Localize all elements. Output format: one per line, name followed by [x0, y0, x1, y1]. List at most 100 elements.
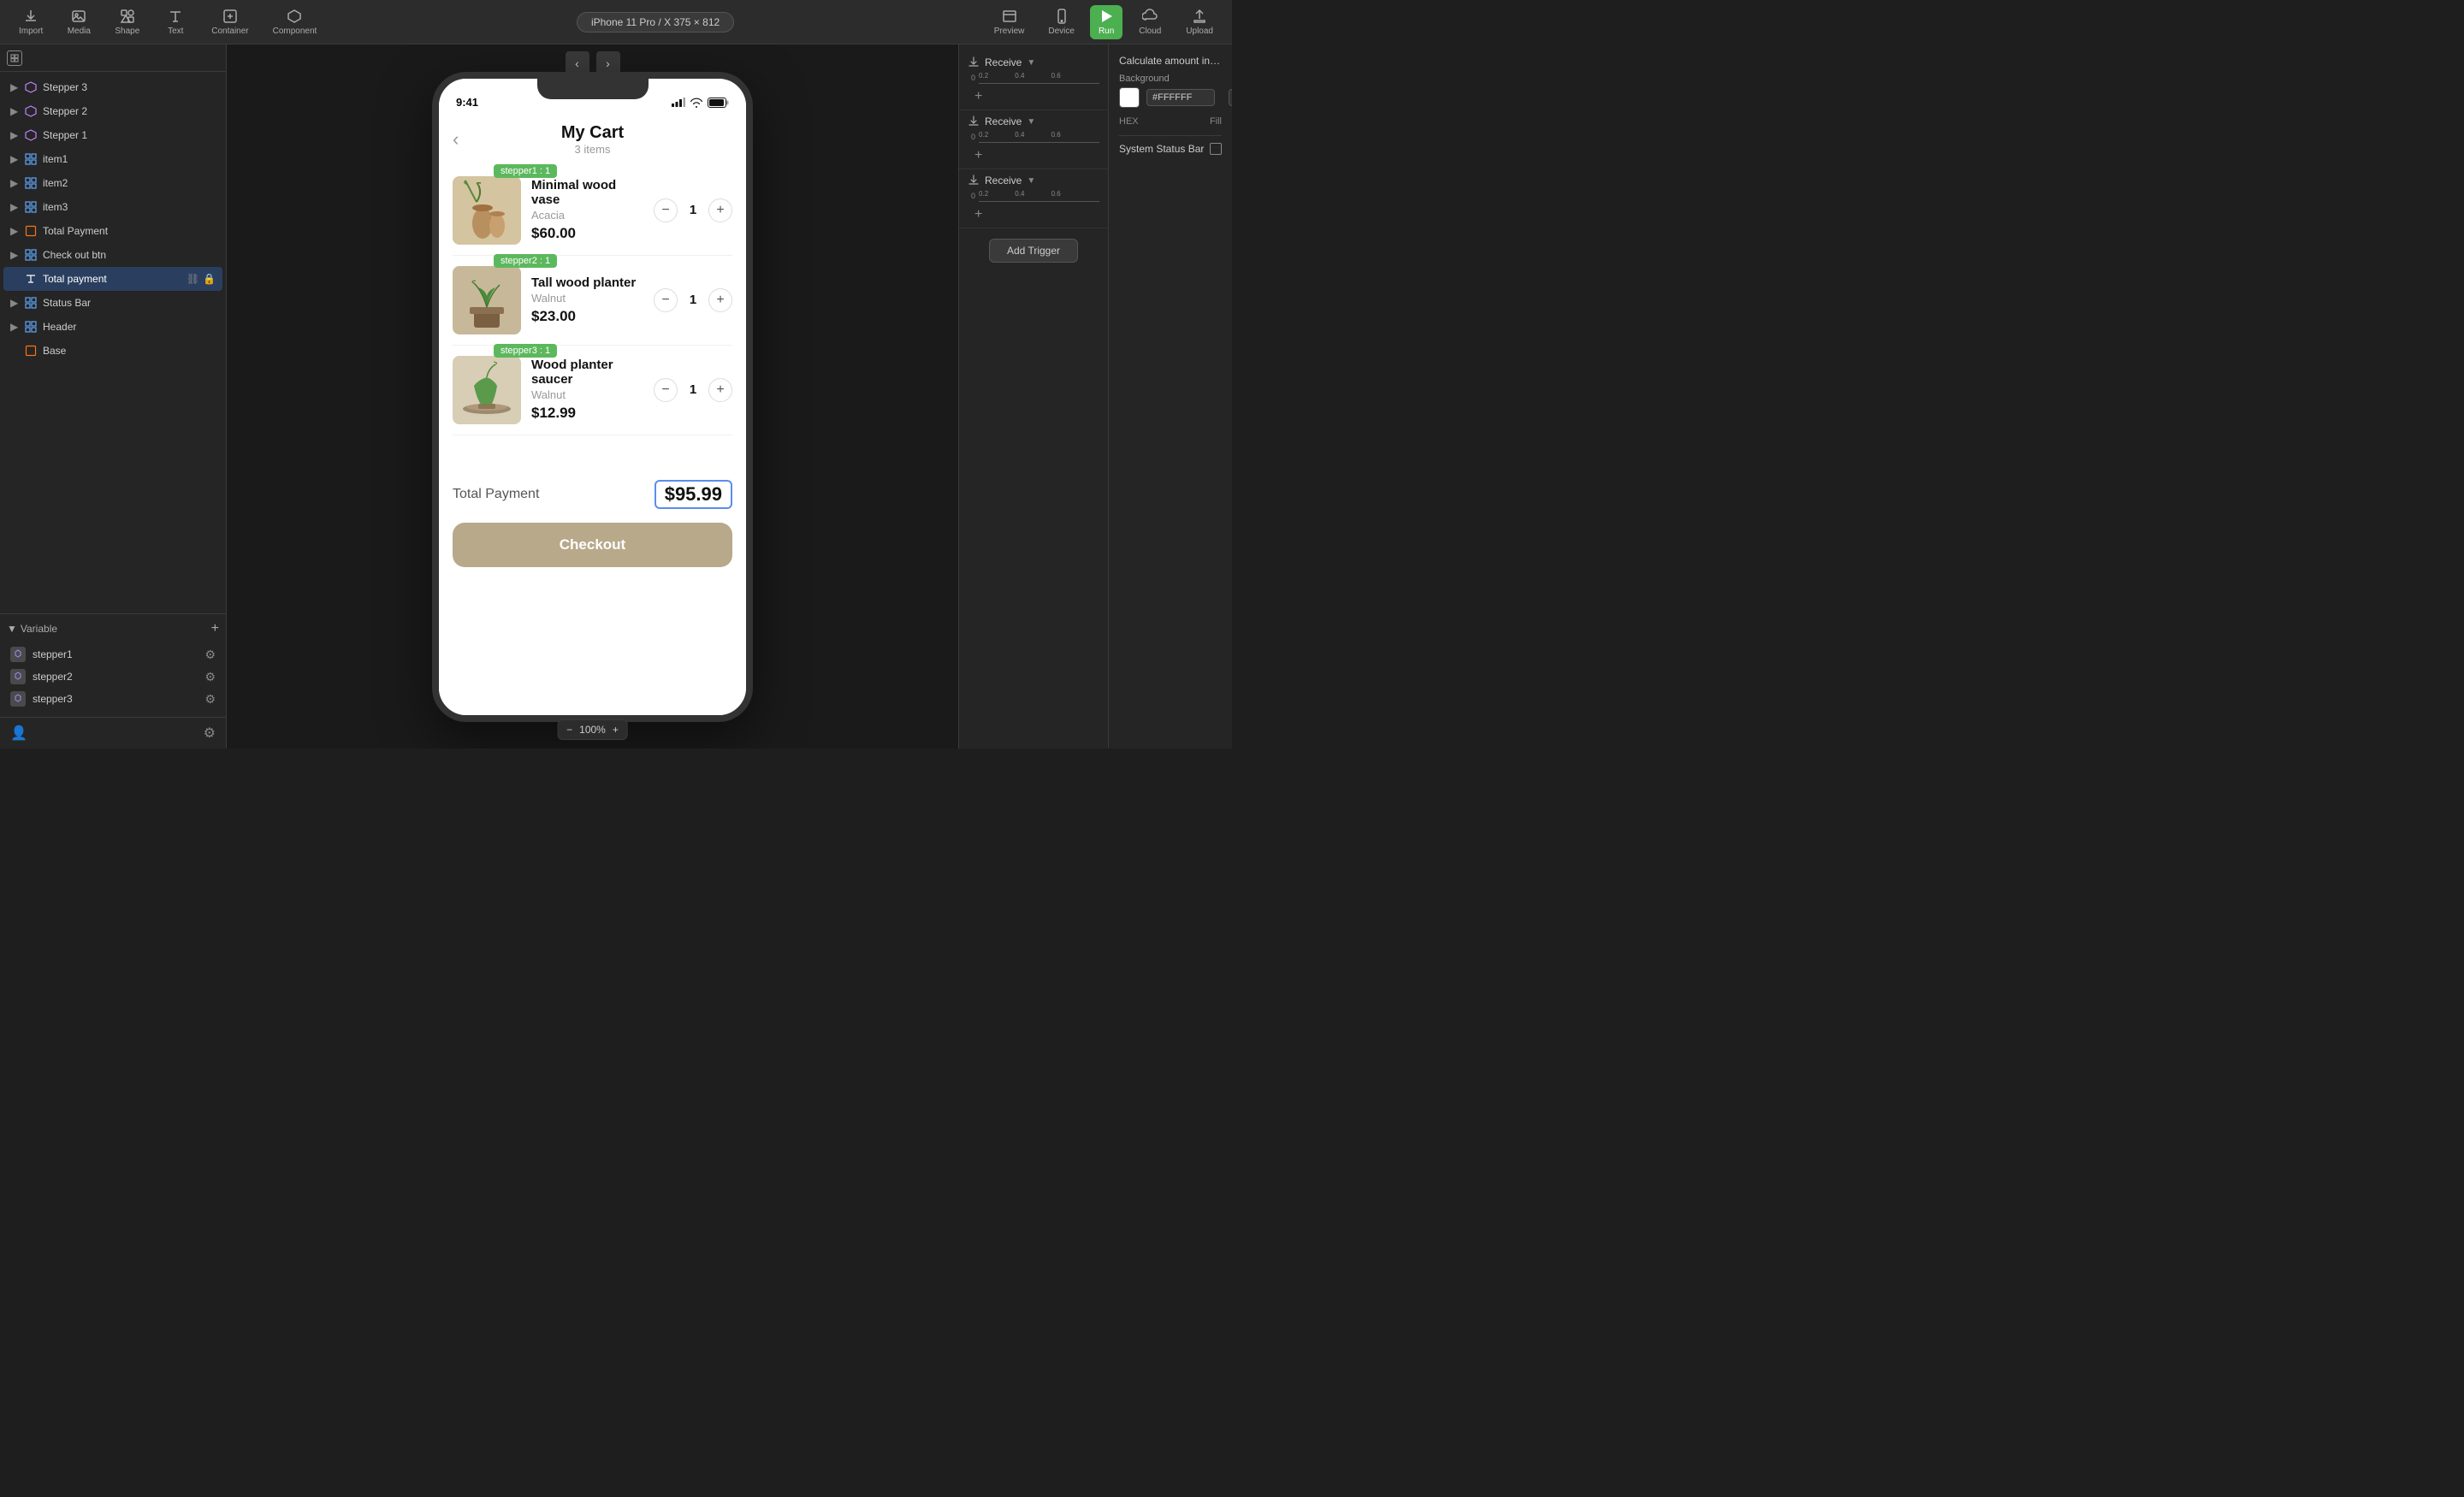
variable-item-stepper3[interactable]: stepper3 ⚙: [7, 688, 219, 710]
total-label: Total Payment: [453, 487, 539, 502]
system-status-toggle[interactable]: [1210, 143, 1222, 155]
receive-icon-3: [968, 175, 980, 186]
item-info-2: Tall wood planter Walnut $23.00: [531, 275, 643, 325]
device-selector[interactable]: iPhone 11 Pro / X 375 × 812: [577, 12, 734, 33]
layer-item-stepper2[interactable]: ▶ Stepper 2: [3, 99, 222, 123]
properties-title: Calculate amount in the s...: [1119, 55, 1222, 67]
hex-input[interactable]: [1146, 89, 1215, 106]
item-name-3: Wood planter saucer: [531, 358, 643, 387]
checkout-label: Checkout: [560, 536, 625, 553]
expand-arrow-stepper3: ▶: [10, 82, 21, 92]
text-button[interactable]: Text: [155, 5, 196, 39]
layer-item-total-payment-text[interactable]: ▶ Total payment ⛓ 🔒: [3, 267, 222, 291]
back-button[interactable]: ‹: [453, 128, 459, 151]
variable-label-stepper2: stepper2: [33, 671, 73, 683]
run-button[interactable]: Run: [1090, 5, 1122, 39]
layer-item-item2[interactable]: ▶ item2: [3, 171, 222, 195]
add-variable-button[interactable]: +: [211, 621, 219, 636]
preview-button[interactable]: Preview: [986, 5, 1034, 39]
layer-item-item1[interactable]: ▶ item1: [3, 147, 222, 171]
cloud-label: Cloud: [1139, 27, 1161, 36]
phone-frame: 9:41: [432, 72, 753, 722]
background-label: Background: [1119, 74, 1222, 84]
saucer-image: [453, 356, 521, 424]
layer-label-base: Base: [43, 345, 66, 357]
layer-item-stepper1[interactable]: ▶ Stepper 1: [3, 123, 222, 147]
variable-gear-stepper2[interactable]: ⚙: [204, 670, 216, 684]
variable-item-stepper2[interactable]: stepper2 ⚙: [7, 666, 219, 688]
container-label: Container: [211, 27, 248, 36]
shape-button[interactable]: Shape: [106, 5, 148, 39]
zoom-increase-button[interactable]: +: [613, 724, 619, 736]
layer-item-item3[interactable]: ▶ item3: [3, 195, 222, 219]
trigger-add-button-3[interactable]: +: [974, 207, 982, 222]
layer-item-base[interactable]: ▶ Base: [3, 339, 222, 363]
expand-arrow-stepper1: ▶: [10, 130, 21, 140]
toolbar-right: Preview Device Run Cloud Upload: [986, 5, 1222, 39]
cart-title: My Cart: [561, 123, 624, 143]
grid-icon-item2: [24, 176, 38, 190]
grid-icon-status-bar: [24, 296, 38, 310]
qty-decrease-3[interactable]: −: [654, 378, 678, 402]
triggers-panel: Receive ▼ 0 0.2 0.4 0.6 +: [959, 44, 1109, 748]
zoom-decrease-button[interactable]: −: [566, 724, 572, 736]
receive-label-1: Receive: [985, 56, 1022, 68]
vase-image: [453, 176, 521, 245]
variable-item-stepper1[interactable]: stepper1 ⚙: [7, 643, 219, 666]
layer-item-total-payment[interactable]: ▶ Total Payment: [3, 219, 222, 243]
checkout-button[interactable]: Checkout: [453, 523, 732, 567]
cart-total: Total Payment $95.99: [439, 466, 746, 516]
variable-collapse-icon[interactable]: ▼: [7, 623, 17, 635]
canvas-area[interactable]: ‹ › 9:41: [227, 44, 958, 748]
import-button[interactable]: Import: [10, 5, 51, 39]
add-trigger-button[interactable]: Add Trigger: [989, 239, 1078, 263]
opacity-input[interactable]: [1229, 89, 1232, 106]
cart-spacer: [439, 442, 746, 459]
component-button[interactable]: Component: [264, 5, 326, 39]
cloud-button[interactable]: Cloud: [1129, 5, 1170, 39]
container-button[interactable]: Container: [203, 5, 257, 39]
trigger-add-button-2[interactable]: +: [974, 148, 982, 163]
variable-section: ▼ Variable + stepper1 ⚙ st: [0, 613, 226, 717]
receive-label-3: Receive: [985, 175, 1022, 186]
component-icon-stepper3: [24, 80, 38, 94]
layer-actions: ⛓ 🔒: [187, 273, 216, 285]
layer-item-header[interactable]: ▶ Header: [3, 315, 222, 339]
qty-increase-2[interactable]: +: [708, 288, 732, 312]
qty-decrease-2[interactable]: −: [654, 288, 678, 312]
qty-increase-3[interactable]: +: [708, 378, 732, 402]
device-label: iPhone 11 Pro / X 375 × 812: [591, 16, 720, 28]
item-info-3: Wood planter saucer Walnut $12.99: [531, 358, 643, 422]
user-icon[interactable]: 👤: [10, 725, 27, 742]
trigger-header-1: Receive ▼: [968, 56, 1099, 68]
battery-icon: [708, 98, 729, 108]
layer-item-stepper3[interactable]: ▶ Stepper 3: [3, 75, 222, 99]
qty-value-2: 1: [684, 293, 702, 307]
qty-decrease-1[interactable]: −: [654, 198, 678, 222]
toolbar-center: iPhone 11 Pro / X 375 × 812: [332, 12, 978, 33]
ruler-row-1: 0 0.2 0.4 0.6: [971, 72, 1099, 84]
lock-icon: 🔒: [203, 273, 216, 285]
settings-icon[interactable]: ⚙: [204, 725, 216, 742]
device-button[interactable]: Device: [1040, 5, 1083, 39]
zoom-value: 100%: [579, 724, 606, 736]
variable-gear-stepper3[interactable]: ⚙: [204, 692, 216, 707]
trigger-arrow-3: ▼: [1027, 176, 1035, 186]
color-swatch[interactable]: [1119, 87, 1140, 108]
layer-item-checkout-btn[interactable]: ▶ Check out btn: [3, 243, 222, 267]
cart-item-1: Minimal wood vase Acacia $60.00 − 1 +: [453, 166, 732, 256]
status-icons: [672, 98, 729, 108]
expand-arrow-item3: ▶: [10, 202, 21, 212]
text-label: Text: [168, 27, 183, 36]
receive-icon-1: [968, 56, 980, 68]
media-button[interactable]: Media: [58, 5, 99, 39]
upload-button[interactable]: Upload: [1177, 5, 1222, 39]
variable-gear-stepper1[interactable]: ⚙: [204, 648, 216, 662]
ruler-row-2: 0 0.2 0.4 0.6: [971, 131, 1099, 143]
device-button-label: Device: [1048, 27, 1075, 36]
trigger-add-button-1[interactable]: +: [974, 89, 982, 104]
receive-label-2: Receive: [985, 115, 1022, 127]
grid-icon-item3: [24, 200, 38, 214]
qty-increase-1[interactable]: +: [708, 198, 732, 222]
layer-item-status-bar[interactable]: ▶ Status Bar: [3, 291, 222, 315]
